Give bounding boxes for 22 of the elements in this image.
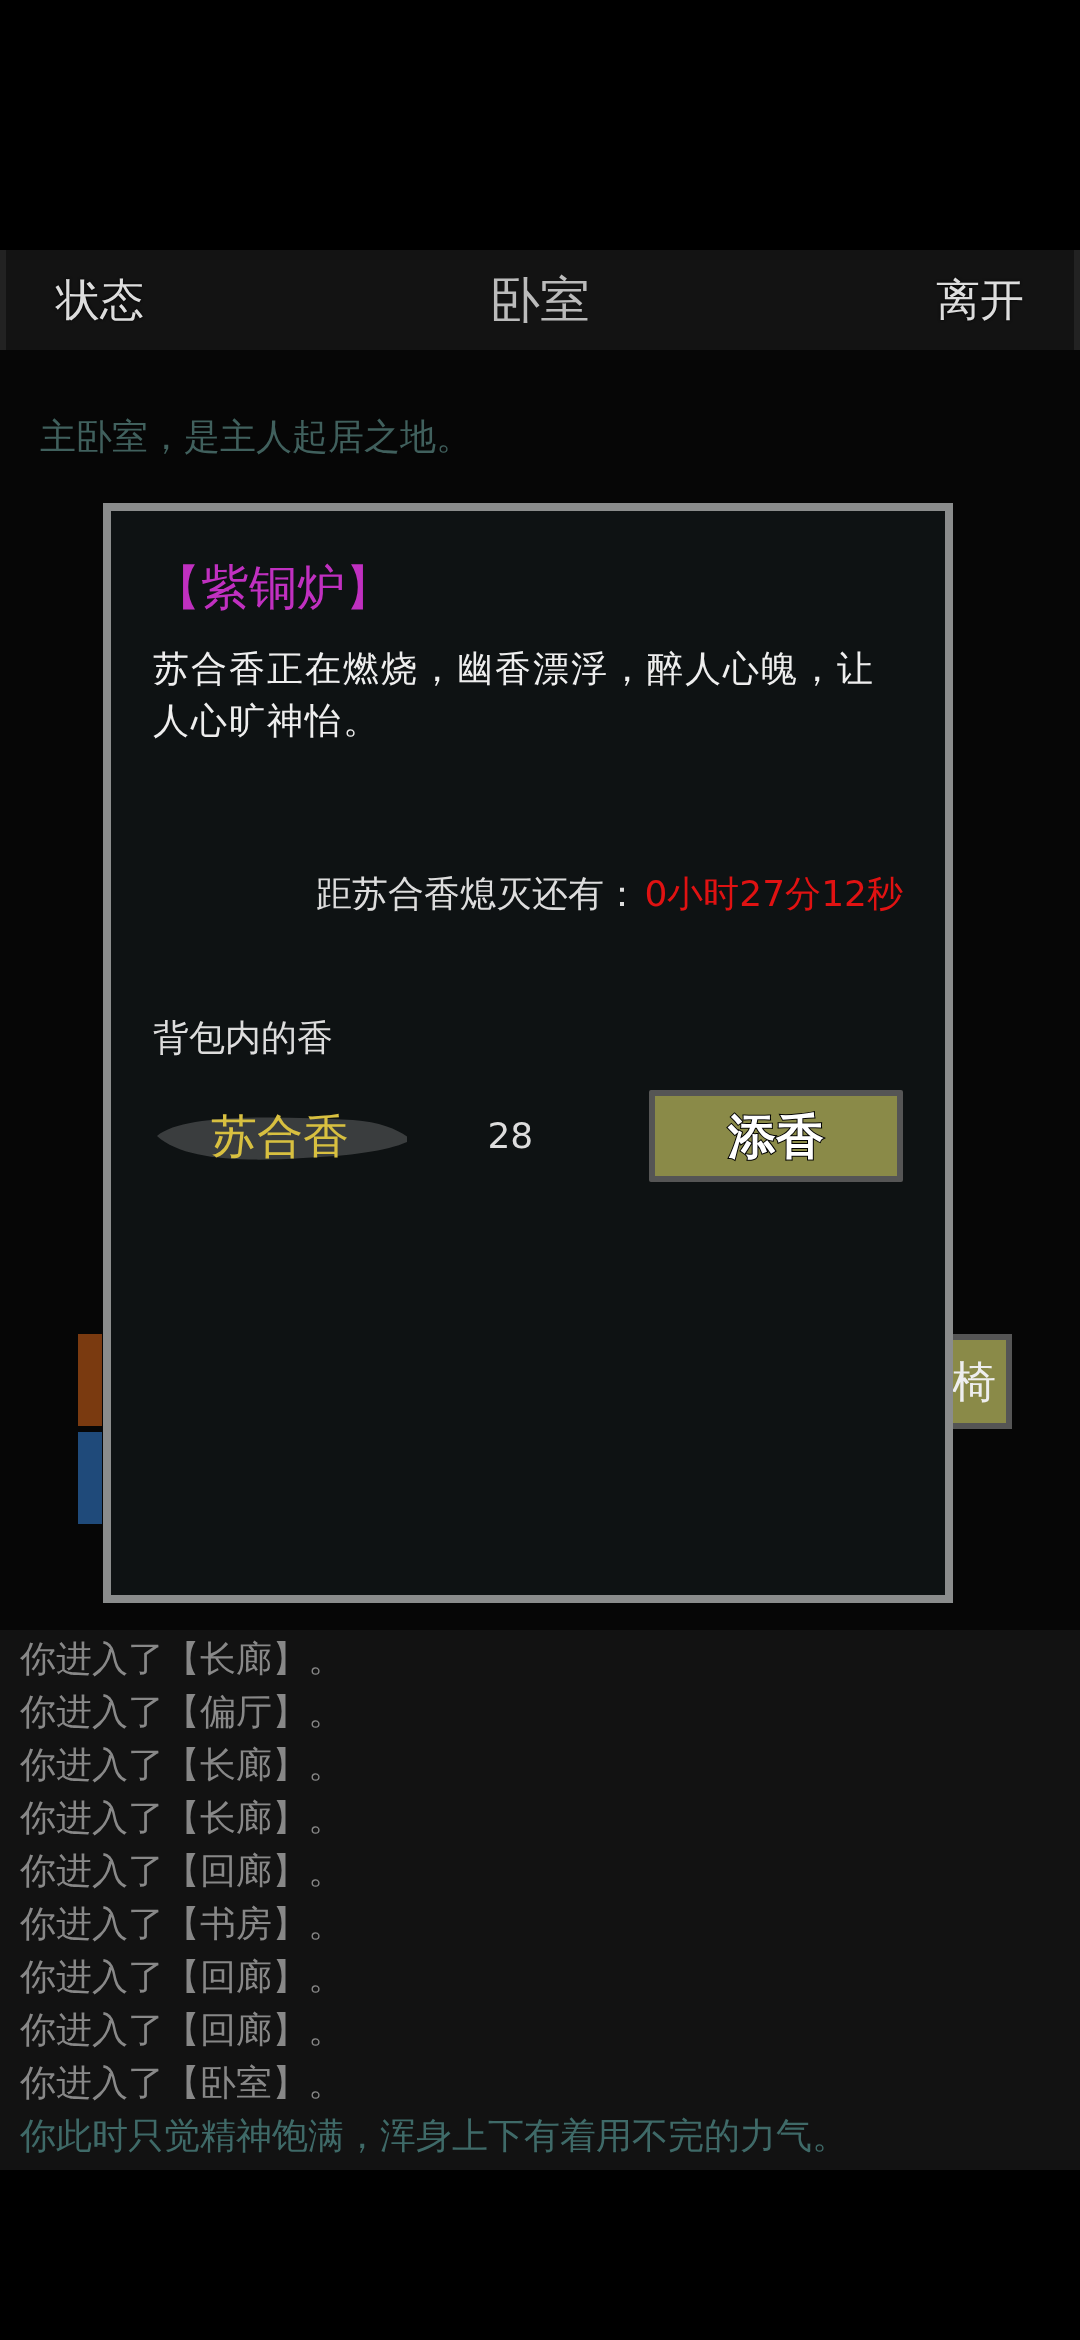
log-line: 你进入了【偏厅】。 xyxy=(20,1690,345,1734)
incense-count: 28 xyxy=(486,1114,535,1159)
dialog-description: 苏合香正在燃烧，幽香漂浮，醉人心魄，让人心旷神怡。 xyxy=(153,647,876,744)
countdown-time: 0小时27分12秒 xyxy=(644,872,903,917)
log-line: 你此时只觉精神饱满，浑身上下有着用不完的力气。 xyxy=(20,2114,849,2158)
room-description: 主卧室，是主人起居之地。 xyxy=(40,415,473,459)
log-line: 你进入了【长廊】。 xyxy=(20,1637,345,1681)
log-line: 你进入了【书房】。 xyxy=(20,1902,345,1946)
log-line: 你进入了【回廊】。 xyxy=(20,1955,345,1999)
add-incense-button[interactable]: 添香 xyxy=(648,1090,903,1183)
bag-label: 背包内的香 xyxy=(153,1016,334,1061)
log-line: 你进入了【长廊】。 xyxy=(20,1796,345,1840)
status-button[interactable]: 状态 xyxy=(56,267,144,333)
leave-button[interactable]: 离开 xyxy=(936,267,1024,333)
countdown-label: 距苏合香熄灭还有： xyxy=(316,872,641,917)
dialog-title: 【紫铜炉】 xyxy=(153,558,394,617)
log-line: 你进入了【回廊】。 xyxy=(20,1849,345,1893)
log-line: 你进入了【卧室】。 xyxy=(20,2061,345,2105)
log-line: 你进入了【长廊】。 xyxy=(20,1743,345,1787)
emblem-icon xyxy=(78,1334,102,1524)
log-line: 你进入了【回廊】。 xyxy=(20,2008,345,2052)
room-title: 卧室 xyxy=(490,269,590,331)
